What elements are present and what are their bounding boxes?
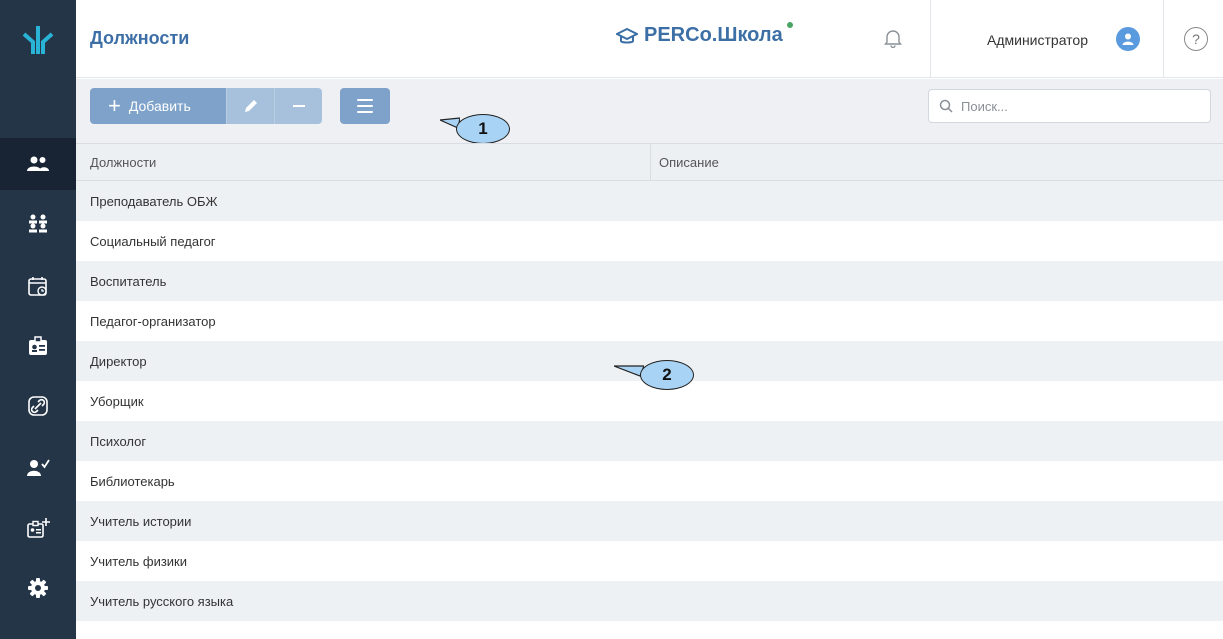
user-name[interactable]: Администратор	[987, 32, 1088, 48]
search-icon	[939, 99, 953, 113]
sidebar-item-settings[interactable]	[0, 562, 76, 614]
graduation-cap-icon	[616, 27, 638, 43]
table-row[interactable]: Библиотекарь	[76, 461, 1223, 501]
sidebar-item-cards[interactable]	[0, 502, 76, 554]
badge-add-icon	[27, 518, 50, 538]
cell-position: Уборщик	[90, 393, 144, 409]
users-icon	[27, 156, 49, 171]
delete-button[interactable]	[274, 88, 322, 124]
user-avatar-icon	[1122, 33, 1134, 45]
notifications-button[interactable]	[884, 28, 902, 53]
brand-logo: PERCo.Школа	[616, 22, 793, 47]
search-box[interactable]	[928, 89, 1211, 123]
cell-position: Библиотекарь	[90, 473, 175, 489]
cell-position: Преподаватель ОБЖ	[90, 193, 218, 209]
menu-icon-line	[357, 111, 373, 113]
perco-logo-icon	[22, 26, 54, 54]
groups-icon	[29, 214, 47, 233]
table-row[interactable]: Социальный педагог	[76, 221, 1223, 261]
sidebar-item-schedule[interactable]	[0, 260, 76, 312]
table-row[interactable]: Педагог-организатор	[76, 301, 1223, 341]
link-icon	[28, 396, 48, 416]
cell-position: Воспитатель	[90, 273, 167, 289]
help-button[interactable]: ?	[1184, 27, 1208, 51]
cell-position: Учитель физики	[90, 553, 187, 569]
edit-button[interactable]	[226, 88, 274, 124]
calendar-clock-icon	[28, 277, 47, 296]
menu-button[interactable]	[340, 88, 390, 124]
pencil-icon	[244, 100, 257, 112]
cell-position: Учитель истории	[90, 513, 192, 529]
header: Должности PERCo.Школа Администратор ?	[76, 0, 1223, 78]
table-row[interactable]: Уборщик	[76, 381, 1223, 421]
table-row[interactable]: Учитель истории	[76, 501, 1223, 541]
table-header: Должности Описание	[76, 143, 1223, 181]
page-title: Должности	[90, 28, 190, 48]
column-header-positions[interactable]: Должности	[76, 143, 651, 181]
id-badge-icon	[29, 336, 47, 355]
cell-position: Учитель русского языка	[90, 593, 234, 609]
add-button[interactable]: + Добавить	[90, 88, 226, 124]
bell-icon	[884, 30, 902, 49]
minus-icon	[292, 105, 305, 107]
cell-position: Директор	[90, 353, 147, 369]
callout-1: 1	[456, 114, 510, 144]
table-row[interactable]: Психолог	[76, 421, 1223, 461]
plus-icon: +	[108, 93, 121, 118]
table-row[interactable]: Воспитатель	[76, 261, 1223, 301]
user-check-icon	[27, 459, 50, 476]
sidebar-item-access[interactable]	[0, 380, 76, 432]
sidebar-item-attendance[interactable]	[0, 442, 76, 494]
toolbar: + Добавить	[76, 79, 1223, 143]
action-button-group: + Добавить	[90, 88, 322, 124]
header-divider	[1163, 0, 1164, 78]
cell-position: Психолог	[90, 433, 147, 449]
table-row[interactable]: Учитель физики	[76, 541, 1223, 581]
status-dot	[786, 22, 793, 28]
add-button-label: Добавить	[128, 98, 191, 114]
menu-icon-line	[357, 99, 373, 101]
cell-position: Педагог-организатор	[90, 313, 216, 329]
search-input[interactable]	[961, 98, 1191, 114]
gear-icon	[28, 578, 48, 598]
cell-position: Социальный педагог	[90, 233, 216, 249]
sidebar-item-positions[interactable]	[0, 320, 76, 372]
sidebar	[0, 0, 76, 639]
header-divider	[930, 0, 931, 78]
sidebar-item-groups[interactable]	[0, 198, 76, 250]
column-header-description[interactable]: Описание	[651, 143, 1223, 181]
table-row[interactable]: Преподаватель ОБЖ	[76, 181, 1223, 221]
app-logo[interactable]	[0, 0, 76, 78]
menu-icon-line	[357, 105, 373, 107]
avatar[interactable]	[1116, 27, 1140, 51]
table-row[interactable]: Учитель русского языка	[76, 581, 1223, 621]
sidebar-item-staff[interactable]	[0, 138, 76, 190]
brand-name: PERCo.Школа	[644, 24, 783, 46]
callout-2: 2	[640, 360, 694, 390]
